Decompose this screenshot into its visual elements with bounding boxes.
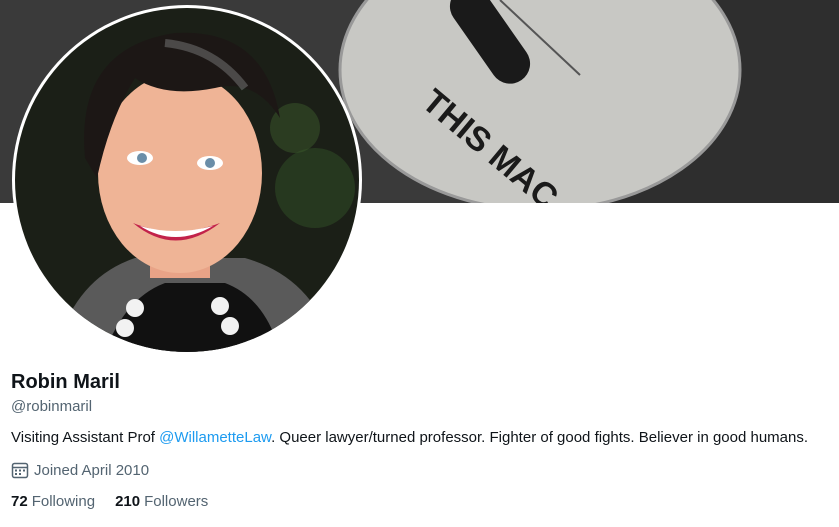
following-link[interactable]: 72 Following [11,493,95,510]
following-count: 72 [11,493,28,510]
profile-handle: @robinmaril [11,398,93,415]
bio-mention-link[interactable]: @WillametteLaw [159,429,271,446]
bio-prefix: Visiting Assistant Prof [11,429,160,446]
follow-stats: 72 Following 210 Followers [11,493,228,510]
calendar-icon [11,461,29,479]
profile-bio: Visiting Assistant Prof @WillametteLaw. … [11,429,808,446]
avatar-photo [15,8,359,352]
followers-label: Followers [144,493,209,510]
profile-name: Robin Maril [11,371,120,393]
following-label: Following [31,493,96,510]
joined-label: Joined April 2010 [34,461,150,479]
joined-date: Joined April 2010 [11,461,149,479]
profile-avatar[interactable] [12,5,362,355]
followers-link[interactable]: 210 Followers [115,493,208,510]
bio-suffix: . Queer lawyer/turned professor. Fighter… [271,429,809,446]
followers-count: 210 [115,493,141,510]
